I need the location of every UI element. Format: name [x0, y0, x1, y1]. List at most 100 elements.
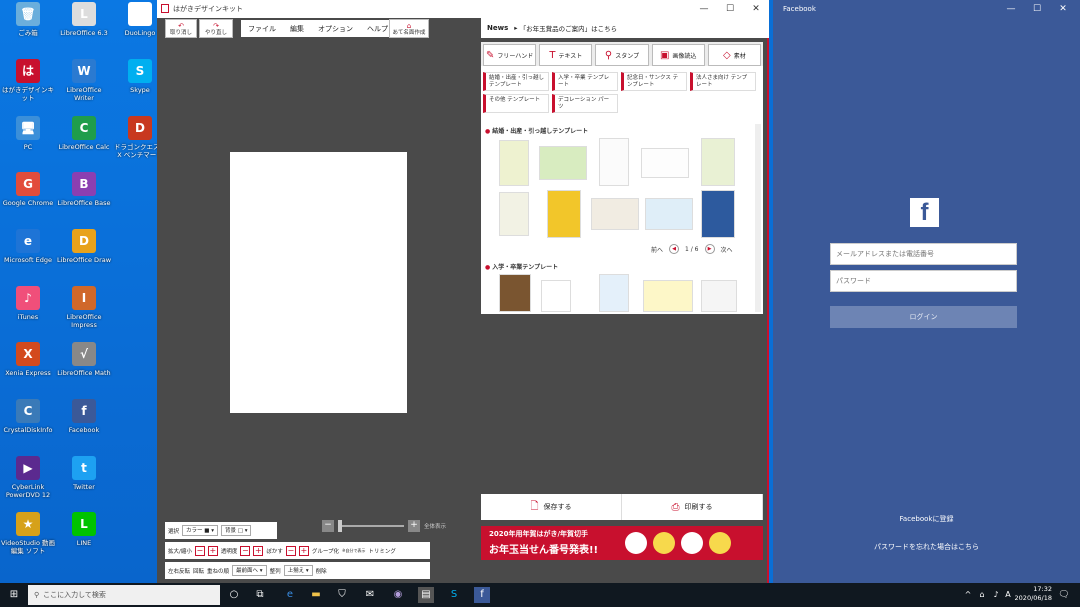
menu-edit[interactable]: 編集 [283, 24, 311, 34]
category-other[interactable]: その他 テンプレート [483, 94, 549, 113]
menu-options[interactable]: オプション [311, 24, 360, 34]
hagaki-taskbar-icon[interactable]: ▤ [418, 587, 434, 603]
desktop-icon[interactable]: L LINE [56, 512, 112, 547]
desktop-icon[interactable]: I LibreOffice Impress [56, 286, 112, 329]
tab-stamp[interactable]: ⚲ スタンプ [595, 44, 649, 66]
blur-plus[interactable]: + [298, 545, 309, 556]
fb-close-icon[interactable]: ✕ [1050, 0, 1076, 18]
cortana-icon[interactable]: ○ [226, 587, 242, 603]
desktop-icon[interactable]: B LibreOffice Base [56, 172, 112, 207]
notification-icon[interactable]: 🗨 [1056, 587, 1072, 603]
desktop-icon[interactable]: √ LibreOffice Math [56, 342, 112, 377]
select-tool[interactable]: 選択 [168, 527, 179, 535]
login-button[interactable]: ログイン [830, 306, 1017, 328]
facebook-titlebar[interactable]: Facebook — ☐ ✕ [773, 0, 1080, 18]
pager-prev[interactable]: 前へ [651, 245, 663, 254]
desktop-icon[interactable]: W LibreOffice Writer [56, 59, 112, 102]
opacity-plus[interactable]: + [253, 545, 264, 556]
panel-scrollbar[interactable] [755, 124, 761, 312]
address-side-button[interactable]: ⌂ あて名面作成 [389, 19, 429, 38]
email-field[interactable] [830, 243, 1017, 265]
template-thumbnail[interactable] [547, 190, 581, 238]
prev-arrow-icon[interactable]: ◀ [669, 244, 680, 254]
fb-maximize-icon[interactable]: ☐ [1024, 0, 1050, 18]
template-thumbnail[interactable] [701, 138, 735, 186]
desktop-icon[interactable]: 🖥 PC [0, 116, 56, 151]
category-business[interactable]: 法人さま向け テンプレート [690, 72, 756, 91]
news-text[interactable]: 「お年玉賞品のご案内」はこちら [520, 23, 618, 33]
category-decoration[interactable]: デコレーション パーツ [552, 94, 618, 113]
color-dropdown[interactable]: カラー ■ ▾ [182, 525, 218, 536]
edge-icon[interactable]: e [282, 587, 298, 603]
desktop-icon[interactable]: 🗑 ごみ箱 [0, 2, 56, 37]
template-thumbnail[interactable] [499, 192, 529, 236]
delete-button[interactable]: 削除 [316, 567, 327, 575]
close-icon[interactable]: ✕ [743, 0, 769, 18]
desktop-icon[interactable]: G Google Chrome [0, 172, 56, 207]
desktop-icon[interactable]: X Xenia Express [0, 342, 56, 377]
template-thumbnail[interactable] [591, 198, 639, 230]
template-thumbnail[interactable] [541, 280, 571, 312]
cyberlink-icon[interactable]: ◉ [390, 587, 406, 603]
file-explorer-icon[interactable]: ▬ [308, 587, 324, 603]
background-dropdown[interactable]: 背景 □ ▾ [221, 525, 252, 536]
tab-material[interactable]: ◇ 素材 [707, 44, 762, 66]
task-view-icon[interactable]: ⧉ [252, 587, 268, 603]
template-thumbnail[interactable] [641, 148, 689, 178]
desktop-icon[interactable]: t Twitter [56, 456, 112, 491]
order-dropdown[interactable]: 最前面へ ▾ [232, 565, 267, 576]
forgot-password-link[interactable]: パスワードを忘れた場合はこちら [773, 542, 1080, 552]
template-thumbnail[interactable] [499, 140, 529, 186]
register-link[interactable]: Facebookに登録 [773, 514, 1080, 524]
desktop-icon[interactable]: ははがきデザインキット [0, 59, 56, 102]
desktop-icon[interactable]: e Microsoft Edge [0, 229, 56, 264]
undo-button[interactable]: ↶ 取り消し [165, 19, 197, 38]
clock[interactable]: 17:32 2020/06/18 [1015, 585, 1052, 603]
desktop-icon[interactable]: f Facebook [56, 399, 112, 434]
tab-text[interactable]: T テキスト [539, 44, 593, 66]
category-school[interactable]: 入学・卒業 テンプレート [552, 72, 618, 91]
template-thumbnail[interactable] [643, 280, 693, 312]
desktop-icon[interactable]: ♪ iTunes [0, 286, 56, 321]
pager-next[interactable]: 次へ [721, 245, 733, 254]
desktop-icon[interactable]: C CrystalDiskInfo [0, 399, 56, 434]
desktop-icon[interactable]: L LibreOffice 6.3 [56, 2, 112, 37]
category-anniversary[interactable]: 記念日・サンクス テンプレート [621, 72, 687, 91]
resize-plus[interactable]: + [207, 545, 218, 556]
flip-button[interactable]: 左右反転 [168, 567, 190, 575]
postcard-canvas[interactable] [230, 152, 407, 413]
tab-freehand[interactable]: ✎ フリーハンド [483, 44, 537, 66]
next-arrow-icon[interactable]: ▶ [704, 244, 715, 254]
store-icon[interactable]: ⛉ [334, 587, 350, 603]
group-button[interactable]: グループ化 [312, 547, 339, 555]
desktop-icon[interactable]: ▶ CyberLink PowerDVD 12 [0, 456, 56, 499]
redo-button[interactable]: ↷ やり直し [199, 19, 233, 38]
desktop-icon[interactable]: C LibreOffice Calc [56, 116, 112, 151]
skype-taskbar-icon[interactable]: S [446, 587, 462, 603]
template-thumbnail[interactable] [645, 198, 693, 230]
template-thumbnail[interactable] [499, 274, 531, 312]
print-button[interactable]: ⎙ 印刷する [622, 494, 763, 520]
menu-file[interactable]: ファイル [241, 24, 283, 34]
desktop-icon[interactable]: ★ VideoStudio 動画編集 ソフト [0, 512, 56, 555]
resize-minus[interactable]: − [194, 545, 205, 556]
template-thumbnail[interactable] [599, 274, 629, 312]
align-dropdown[interactable]: 上揃え ▾ [283, 565, 313, 576]
opacity-minus[interactable]: − [240, 545, 251, 556]
windows-start-icon[interactable]: ⊞ [6, 587, 22, 603]
save-button[interactable]: 🗋 保存する [481, 494, 622, 520]
template-thumbnail[interactable] [701, 280, 737, 312]
tab-image-load[interactable]: ▣ 画像読込 [651, 44, 705, 66]
fb-minimize-icon[interactable]: — [998, 0, 1024, 18]
password-field[interactable] [830, 270, 1017, 292]
trim-button[interactable]: トリミング [368, 547, 396, 555]
minimize-icon[interactable]: — [691, 0, 717, 18]
desktop-icon[interactable]: D LibreOffice Draw [56, 229, 112, 264]
taskbar-search[interactable]: ⚲ ここに入力して検索 [28, 585, 220, 605]
template-thumbnail[interactable] [539, 146, 587, 180]
hagaki-titlebar[interactable]: はがきデザインキット — ☐ ✕ [157, 0, 769, 18]
blur-minus[interactable]: − [285, 545, 296, 556]
category-wedding[interactable]: 結婚・出産・引っ越し テンプレート [483, 72, 549, 91]
news-bar[interactable]: News ▸ 「お年玉賞品のご案内」はこちら [481, 18, 769, 38]
rotate-button[interactable]: 回転 [193, 567, 204, 575]
